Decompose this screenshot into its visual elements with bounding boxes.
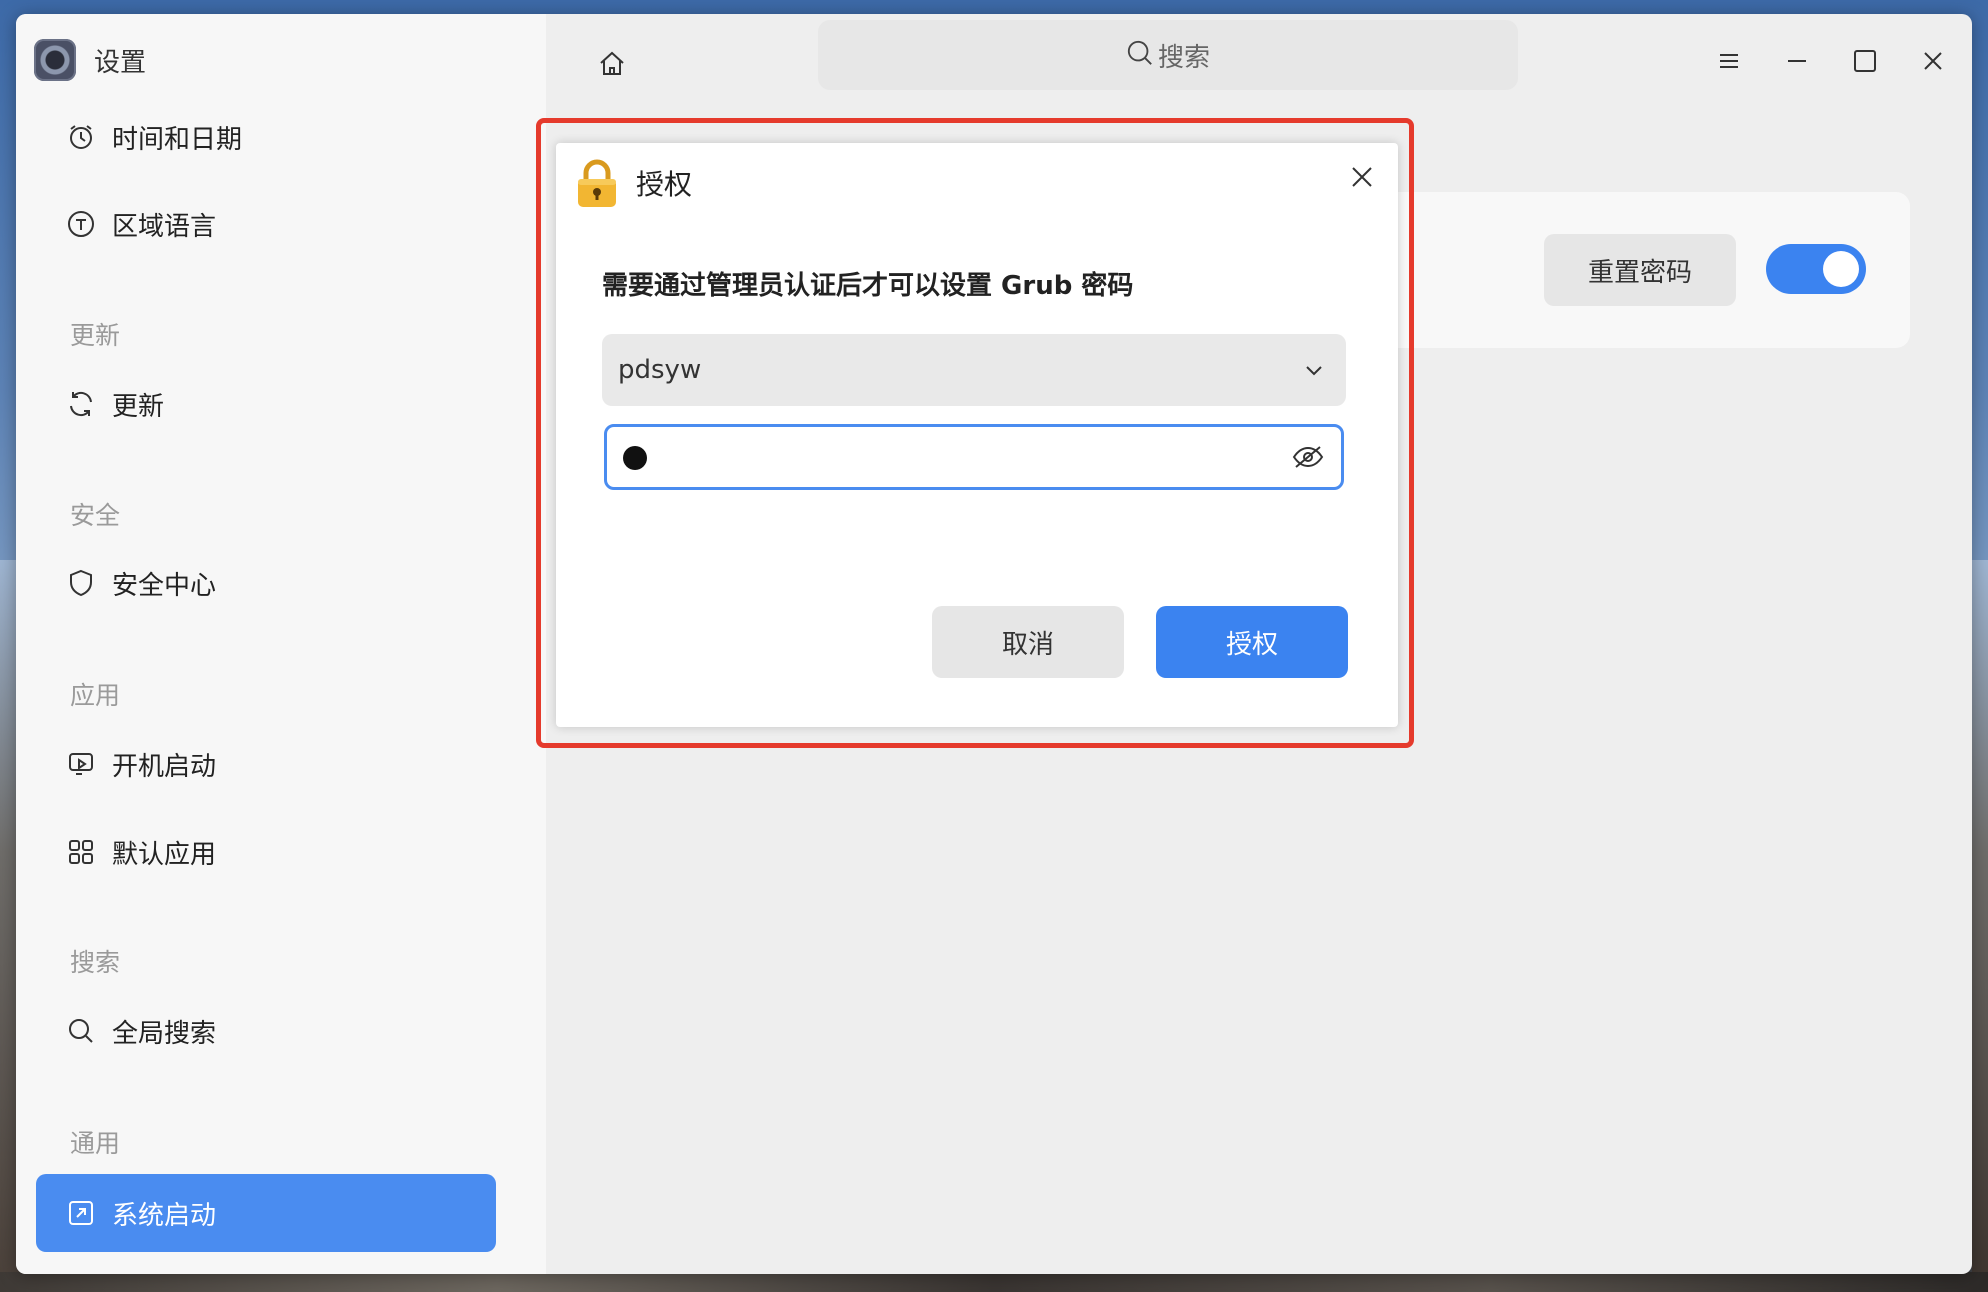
search-placeholder: 搜索 — [1157, 42, 1210, 73]
language-icon — [66, 209, 96, 239]
sidebar-item-label: 更新 — [112, 391, 165, 422]
grub-password-toggle[interactable] — [1766, 244, 1866, 294]
auth-dialog: 授权 需要通过管理员认证后才可以设置 Grub 密码 pdsyw 取消 授权 — [556, 143, 1398, 727]
section-label-search: 搜索 — [70, 948, 121, 977]
password-field[interactable] — [604, 424, 1344, 490]
dialog-title: 授权 — [636, 168, 693, 201]
sidebar-item-global-search[interactable]: 全局搜索 — [36, 992, 496, 1070]
shield-icon — [66, 568, 96, 598]
section-label-apps: 应用 — [70, 681, 121, 710]
sidebar-item-time-date[interactable]: 时间和日期 — [36, 98, 496, 176]
sidebar-item-label: 时间和日期 — [112, 124, 243, 155]
search-icon — [66, 1016, 96, 1046]
desktop-wallpaper-right — [1972, 560, 1988, 1292]
section-label-update: 更新 — [70, 321, 121, 350]
maximize-button[interactable] — [1842, 40, 1888, 86]
close-icon — [1921, 49, 1945, 77]
minimize-button[interactable] — [1774, 40, 1820, 86]
hamburger-menu-icon — [1717, 49, 1741, 77]
sidebar-item-label: 默认应用 — [112, 839, 217, 870]
password-mask-dot — [623, 446, 647, 470]
close-icon — [1350, 165, 1374, 193]
sidebar-item-startup[interactable]: 开机启动 — [36, 725, 496, 803]
toggle-knob — [1823, 251, 1859, 287]
user-select[interactable]: pdsyw — [602, 334, 1346, 406]
grid-icon — [66, 837, 96, 867]
home-icon — [597, 49, 627, 83]
settings-app-icon — [34, 39, 76, 81]
reset-password-button[interactable]: 重置密码 — [1544, 234, 1736, 306]
dialog-message: 需要通过管理员认证后才可以设置 Grub 密码 — [602, 271, 1134, 301]
sidebar-item-label: 区域语言 — [112, 211, 217, 242]
startup-icon — [66, 749, 96, 779]
sidebar-item-label: 开机启动 — [112, 751, 217, 782]
minimize-icon — [1785, 49, 1809, 77]
authorize-button[interactable]: 授权 — [1156, 606, 1348, 678]
user-select-value: pdsyw — [618, 355, 702, 385]
search-icon — [1126, 39, 1154, 71]
refresh-icon — [66, 389, 96, 419]
menu-button[interactable] — [1706, 40, 1752, 86]
desktop-wallpaper-bottom — [0, 1272, 1988, 1292]
cancel-button[interactable]: 取消 — [932, 606, 1124, 678]
app-title: 设置 — [94, 47, 147, 78]
sidebar-item-security-center[interactable]: 安全中心 — [36, 544, 496, 622]
section-label-general: 通用 — [70, 1129, 121, 1158]
section-label-security: 安全 — [70, 501, 121, 530]
sidebar-item-label: 全局搜索 — [112, 1018, 217, 1049]
sidebar-item-region-language[interactable]: 区域语言 — [36, 185, 496, 263]
sidebar-item-label: 安全中心 — [112, 570, 217, 601]
boot-icon — [66, 1198, 96, 1228]
lock-icon — [574, 159, 620, 209]
hide-password-icon[interactable] — [1291, 442, 1325, 472]
maximize-icon — [1852, 48, 1878, 78]
clock-icon — [66, 122, 96, 152]
dialog-close-button[interactable] — [1340, 157, 1384, 201]
search-input[interactable]: 搜索 — [818, 20, 1518, 90]
sidebar-item-system-boot[interactable]: 系统启动 — [36, 1174, 496, 1252]
sidebar-item-default-apps[interactable]: 默认应用 — [36, 813, 496, 891]
app-header: 设置 — [34, 36, 146, 84]
chevron-down-icon — [1300, 356, 1328, 384]
home-button[interactable] — [586, 40, 638, 92]
sidebar-item-label: 系统启动 — [112, 1200, 217, 1231]
sidebar: 设置 时间和日期 区域语言 更新 更新 安全 安全中心 应用 开机启动 默认应用… — [16, 14, 546, 1274]
settings-window: 设置 时间和日期 区域语言 更新 更新 安全 安全中心 应用 开机启动 默认应用… — [16, 14, 1972, 1274]
sidebar-item-update[interactable]: 更新 — [36, 365, 496, 443]
close-window-button[interactable] — [1910, 40, 1956, 86]
